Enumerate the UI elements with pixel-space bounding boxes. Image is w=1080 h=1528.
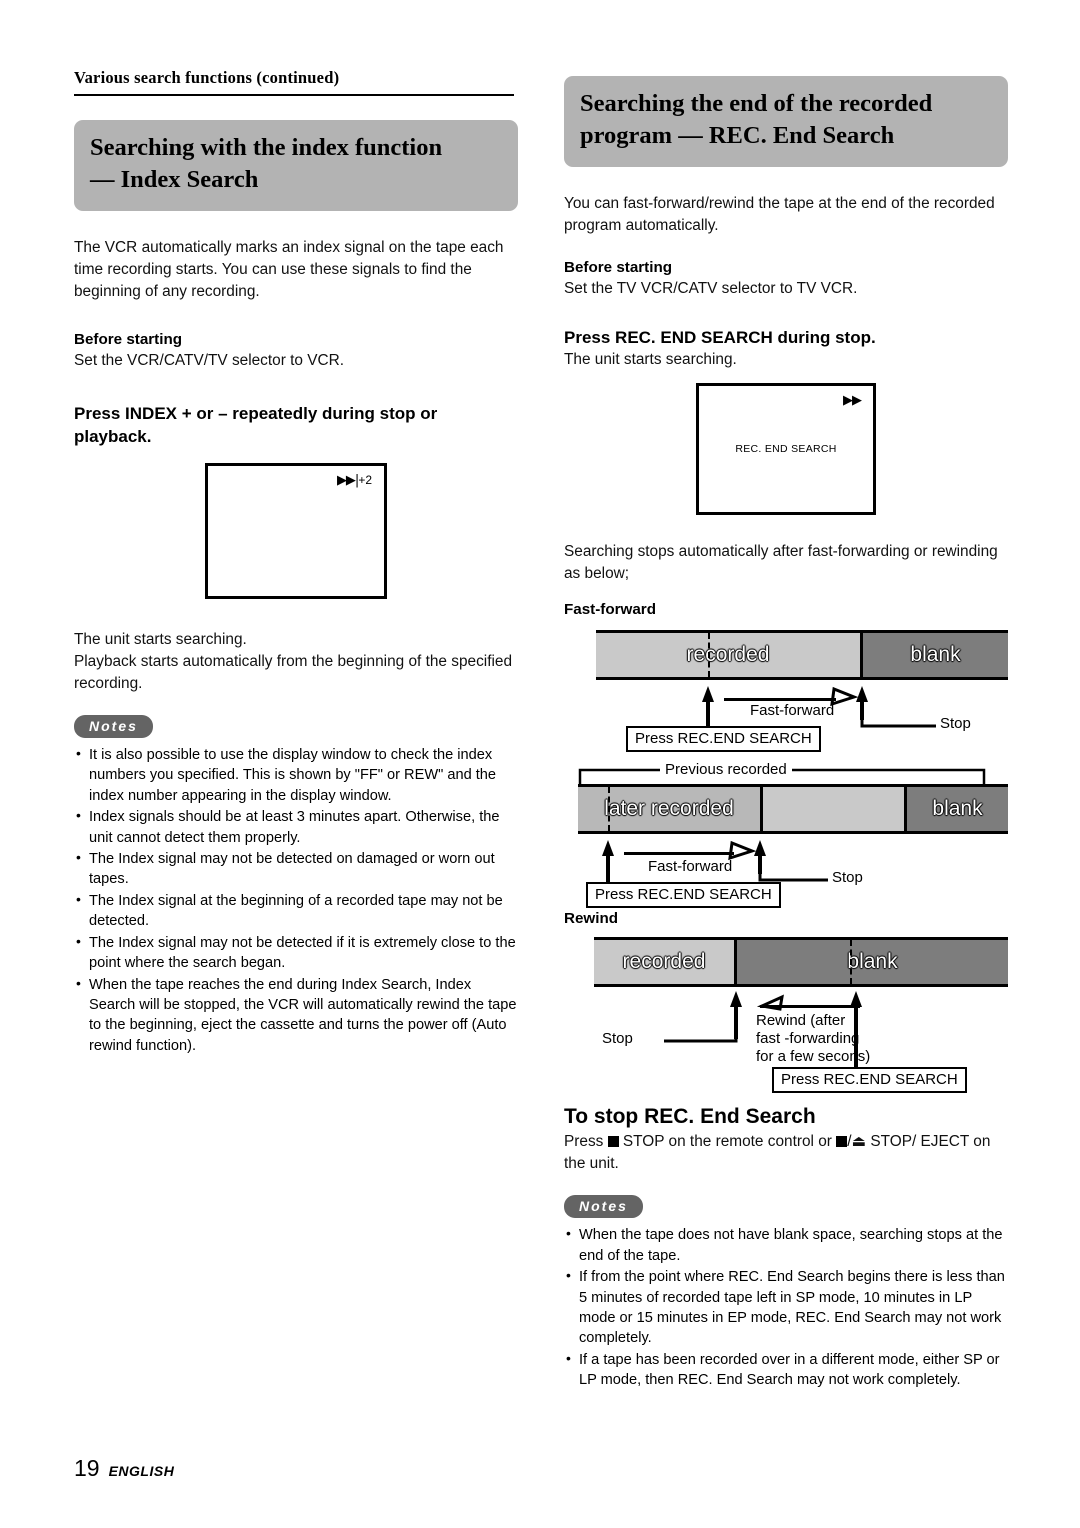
manual-page: Various search functions (continued) Sea…	[0, 0, 1080, 1528]
diagram-later-recorded: Previous recorded later recorded blank F…	[564, 758, 1008, 912]
page-number: 19	[74, 1455, 100, 1481]
to-stop-heading: To stop REC. End Search	[564, 1105, 816, 1129]
list-item: The Index signal may not be detected on …	[74, 848, 518, 890]
rewind-arrow-label-line-1: Rewind (after	[756, 1012, 846, 1030]
list-item: If from the point where REC. End Search …	[564, 1266, 1008, 1349]
running-head-text: Various search functions (continued)	[74, 68, 340, 87]
left-intro-paragraph: The VCR automatically marks an index sig…	[74, 238, 504, 300]
left-before-starting-label: Before starting	[74, 330, 183, 348]
to-stop-text-part-1: Press	[564, 1133, 604, 1151]
diagram-later-recorded-annotations: Fast-forward Stop Press REC.END SEARCH	[564, 834, 1008, 912]
right-tv-screen: ▶▶ REC. END SEARCH	[696, 383, 876, 516]
right-before-starting-label: Before starting	[564, 258, 673, 276]
running-head: Various search functions (continued)	[74, 68, 514, 96]
left-notes-block: Notes It is also possible to use the dis…	[74, 714, 518, 1057]
fast-forward-osd-icon: ▶▶	[843, 393, 862, 409]
eject-icon: ⏏	[851, 1132, 867, 1151]
left-banner-line-2: — Index Search	[90, 166, 259, 194]
rec-end-search-osd-text: REC. END SEARCH	[735, 443, 837, 456]
fastforward-arrow-label: Fast-forward	[648, 857, 733, 875]
fast-forward-index-icon: ▶▶|	[336, 472, 359, 488]
list-item: When the tape reaches the end during Ind…	[74, 974, 518, 1057]
stop-square-icon	[836, 1136, 848, 1148]
diagram-fastforward-title: Fast-forward	[564, 601, 656, 619]
left-notes-badge: Notes	[74, 714, 153, 738]
right-section-banner: Searching the end of the recorded progra…	[564, 76, 1008, 167]
left-notes-list: It is also possible to use the display w…	[74, 744, 518, 1057]
right-step-sub: The unit starts searching.	[564, 351, 737, 369]
press-point-marker	[708, 632, 710, 677]
to-stop-text-part-2: STOP on the remote control or	[622, 1133, 832, 1151]
tape-segment-recorded: recorded	[594, 940, 734, 985]
list-item: When the tape does not have blank space,…	[564, 1224, 1008, 1266]
tape-bar-fastforward: recorded blank	[596, 629, 1008, 680]
press-rec-end-search-label: Press REC.END SEARCH	[772, 1067, 967, 1094]
left-tv-illustration-wrap: ▶▶| +2	[74, 449, 518, 599]
tape-bar-later-recorded: later recorded blank	[578, 783, 1008, 834]
right-tv-illustration-wrap: ▶▶ REC. END SEARCH	[564, 371, 1008, 516]
tape-segment-later-recorded: later recorded	[578, 786, 760, 831]
previous-recorded-bracket-wrap: Previous recorded	[564, 758, 1008, 784]
fastforward-arrow-label: Fast-forward	[750, 701, 835, 719]
list-item: It is also possible to use the display w…	[74, 744, 518, 806]
left-after-text-2: Playback starts automatically from the b…	[74, 652, 513, 692]
index-search-osd: ▶▶| +2	[337, 474, 372, 487]
right-notes-list: When the tape does not have blank space,…	[564, 1224, 1008, 1391]
tape-segment-blank: blank	[860, 632, 1008, 677]
list-item: If a tape has been recorded over in a di…	[564, 1349, 1008, 1391]
to-stop-text-part-4: STOP/	[870, 1133, 917, 1151]
press-rec-end-search-label: Press REC.END SEARCH	[586, 881, 781, 908]
stop-label: Stop	[940, 714, 971, 732]
page-language: ENGLISH	[108, 1463, 175, 1479]
press-point-marker	[850, 940, 852, 985]
tape-segment-blank: blank	[904, 786, 1008, 831]
right-notes-badge: Notes	[564, 1195, 643, 1219]
list-item: Index signals should be at least 3 minut…	[74, 806, 518, 848]
rewind-arrow-label-line-2: fast -forwarding	[756, 1030, 860, 1048]
right-banner-line-1: Searching the end of the recorded	[580, 90, 933, 117]
right-after-text: Searching stops automatically after fast…	[564, 543, 998, 583]
diagram-rewind-annotations: Stop Rewind (after fast -forwarding for …	[564, 987, 1008, 1095]
fast-forward-icon: ▶▶	[843, 393, 862, 409]
left-section-banner: Searching with the index function — Inde…	[74, 120, 518, 211]
index-number-value: +2	[358, 473, 372, 488]
tape-segment-recorded: recorded	[596, 632, 860, 677]
right-column: Searching the end of the recorded progra…	[564, 76, 1008, 1392]
stop-label: Stop	[602, 1030, 633, 1048]
diagram-fastforward-annotations: Fast-forward Stop Press REC.END SEARCH	[564, 680, 1008, 758]
right-intro-paragraph: You can fast-forward/rewind the tape at …	[564, 194, 995, 234]
diagram-rewind: recorded blank Stop Rewind (after fast -…	[564, 937, 1008, 1095]
tape-segment-blank: blank	[734, 940, 1008, 985]
diagram-fastforward: recorded blank Fast-forward Stop Press R…	[564, 629, 1008, 758]
to-stop-text: Press STOP on the remote control or /⏏ S…	[564, 1130, 1008, 1175]
right-before-starting-text: Set the TV VCR/CATV selector to TV VCR.	[564, 279, 858, 297]
list-item: The Index signal at the beginning of a r…	[74, 890, 518, 932]
list-item: The Index signal may not be detected if …	[74, 932, 518, 974]
left-step-heading: Press INDEX + or – repeatedly during sto…	[74, 404, 438, 447]
rewind-arrow-label-line-3: for a few secons)	[756, 1048, 871, 1066]
tape-bar-rewind: recorded blank	[594, 937, 1008, 988]
left-before-starting-text: Set the VCR/CATV/TV selector to VCR.	[74, 351, 344, 369]
right-banner-line-2: program — REC. End Search	[580, 122, 895, 150]
stop-square-icon	[607, 1136, 619, 1148]
page-footer: 19 ENGLISH	[74, 1455, 174, 1482]
stop-label: Stop	[832, 868, 863, 886]
left-after-text-1: The unit starts searching.	[74, 630, 247, 648]
press-rec-end-search-label: Press REC.END SEARCH	[626, 725, 821, 752]
right-step-heading: Press REC. END SEARCH during stop.	[564, 327, 876, 347]
running-head-rule	[74, 94, 514, 96]
previous-recorded-label: Previous recorded	[660, 760, 792, 778]
right-notes-block: Notes When the tape does not have blank …	[564, 1195, 1008, 1390]
press-point-marker	[608, 786, 610, 831]
left-tv-screen: ▶▶| +2	[205, 462, 387, 599]
tape-segment-previous-recorded	[760, 786, 904, 831]
left-column: Searching with the index function — Inde…	[74, 120, 518, 1057]
left-banner-line-1: Searching with the index function	[90, 134, 443, 161]
